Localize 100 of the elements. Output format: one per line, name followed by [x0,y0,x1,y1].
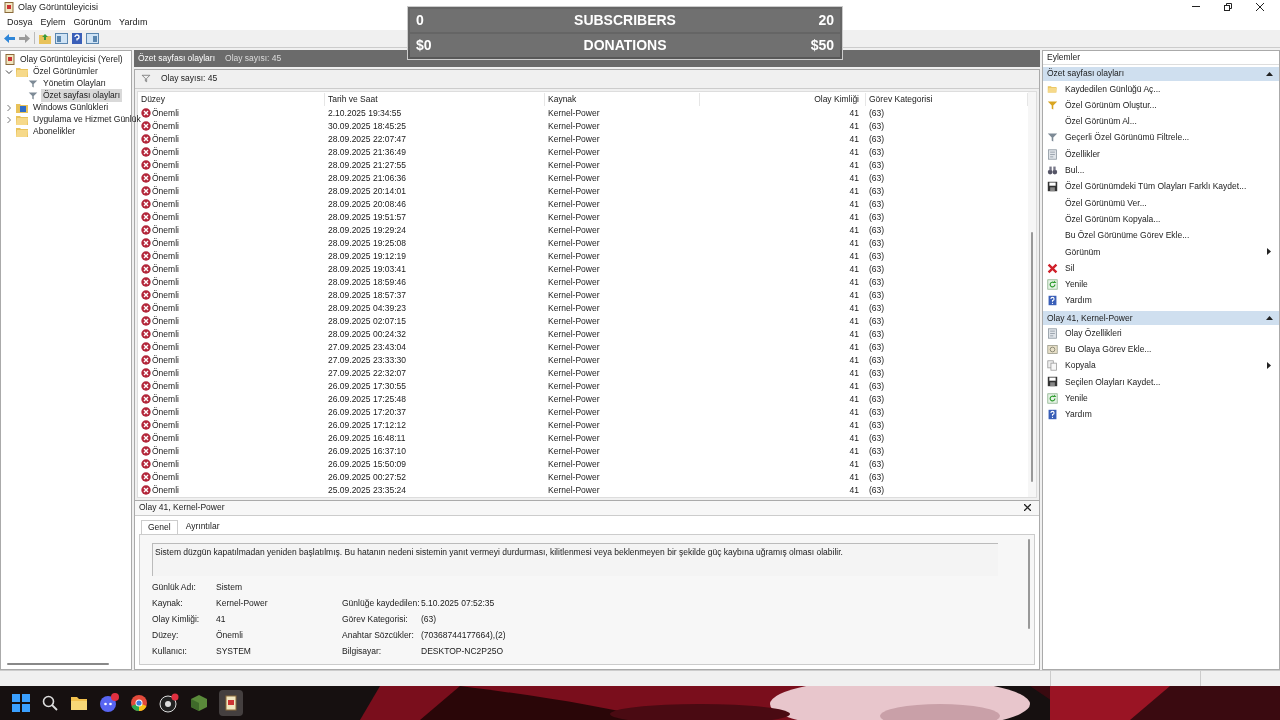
start-icon[interactable] [12,694,30,713]
event-id-cell: 41 [849,302,859,313]
menu-item[interactable]: Görünüm [69,15,116,30]
tree-item[interactable]: Özet sayfası olayları [41,89,122,103]
filter-summary: Olay sayısı: 45 [161,72,218,86]
column-header[interactable]: Tarih ve Saat [325,92,545,106]
tree-item[interactable]: Yönetim Olayları [41,77,108,91]
folder-icon[interactable] [70,694,88,713]
source-cell: Kernel-Power [548,237,600,248]
panel-icon [55,32,68,44]
show-hide-tree-button[interactable] [55,32,68,44]
help-button[interactable] [72,32,82,44]
source-cell: Kernel-Power [548,172,600,183]
source-cell: Kernel-Power [548,315,600,326]
recorder-icon[interactable] [159,693,179,714]
close-button[interactable] [1024,504,1031,512]
chat-app-icon[interactable] [99,693,119,714]
action-item[interactable]: Bu Özel Görünüme Görev Ekle... [1065,229,1190,242]
section-header[interactable]: Özet sayfası olayları [1043,66,1279,81]
level-cell: Önemli [152,289,179,301]
search-icon[interactable] [41,694,59,713]
horizontal-scrollbar[interactable] [7,663,109,666]
action-item[interactable]: Özel Görünüm Al... [1065,115,1137,128]
task-category-cell: (63) [869,276,885,287]
action-item[interactable]: Özellikler [1065,147,1100,161]
error-icon [141,329,151,340]
tab[interactable]: Ayrıntılar [179,519,226,534]
error-icon [141,368,151,379]
show-hide-actions-button[interactable] [86,32,99,44]
source-cell: Kernel-Power [548,380,600,391]
back-button[interactable] [4,33,15,43]
action-item[interactable]: Görünüm [1065,245,1101,259]
error-icon [141,186,151,197]
action-item[interactable]: Sil [1065,261,1075,275]
event-id-cell: 41 [849,263,859,274]
action-item[interactable]: Yardım [1065,408,1092,421]
field-label: Görev Kategorisi: [342,613,409,627]
vertical-scrollbar[interactable] [1031,231,1033,482]
action-item[interactable]: Yenile [1065,391,1088,405]
task-category-cell: (63) [869,107,885,118]
task-category-cell: (63) [869,263,885,274]
action-item[interactable]: Bu Olaya Görev Ekle... [1065,343,1152,356]
properties-icon [1047,327,1058,339]
tree-item[interactable]: Windows Günlükleri [31,101,111,115]
action-item[interactable]: Özel Görünümü Ver... [1065,196,1147,210]
task-category-cell: (63) [869,380,885,391]
action-item[interactable]: Özel Görünüm Kopyala... [1065,212,1161,226]
date-cell: 28.09.2025 00:24:32 [328,328,406,339]
task-category-cell: (63) [869,237,885,248]
up-folder-button[interactable] [39,32,51,44]
level-cell: Önemli [152,159,179,171]
event-id-cell: 41 [849,406,859,417]
task-category-cell: (63) [869,133,885,144]
task-icon [1047,343,1058,355]
action-item[interactable]: Seçilen Olayları Kaydet... [1065,375,1161,389]
source-cell: Kernel-Power [548,393,600,404]
tree-item[interactable]: Abonelikler [31,125,78,139]
copy-icon [1047,360,1058,372]
error-icon [141,446,151,457]
event-id-cell: 41 [849,471,859,482]
menu-item[interactable]: Yardım [115,15,152,30]
column-header[interactable]: Olay Kimliği [700,92,866,106]
close-icon [1024,504,1031,512]
action-item[interactable]: Geçerli Özel Görünümü Filtrele... [1065,131,1190,145]
section-header[interactable]: Olay 41, Kernel-Power [1043,310,1279,325]
column-header[interactable]: Kaynak [545,92,700,106]
tree-item[interactable]: Özel Görünümler [31,65,100,79]
action-item[interactable]: Özel Görünüm Oluştur... [1065,98,1157,112]
source-cell: Kernel-Power [548,133,600,144]
action-item[interactable]: Yenile [1065,278,1088,291]
error-icon [141,108,151,119]
tab[interactable]: Genel [141,519,178,534]
error-icon [141,407,151,418]
event-count: Olay sayısı: 45 [225,51,282,65]
error-icon [141,212,151,223]
level-cell: Önemli [152,185,179,197]
action-item[interactable]: Kaydedilen Günlüğü Aç... [1065,82,1161,96]
menu-item[interactable]: Eylem [36,15,70,30]
field-label: Düzey: [152,629,180,643]
funnel-icon [28,90,38,101]
action-item[interactable]: Olay Özellikleri [1065,326,1122,340]
tree-item[interactable]: Uygulama ve Hizmet Günlük [31,113,143,127]
browser-icon[interactable] [130,694,148,713]
action-item[interactable]: Özel Görünümdeki Tüm Olayları Farklı Kaydet... [1065,180,1247,194]
vertical-scrollbar[interactable] [1028,538,1030,629]
menu-item[interactable]: Dosya [3,15,37,30]
block-icon[interactable] [190,694,208,713]
source-cell: Kernel-Power [548,211,600,222]
chevron-down-icon[interactable] [5,67,13,76]
tree-item[interactable]: Olay Görüntüleyicisi (Yerel) [18,53,125,67]
source-cell: Kernel-Power [548,198,600,209]
action-item[interactable]: Bul... [1065,164,1085,177]
date-cell: 28.09.2025 22:07:47 [328,133,406,144]
level-cell: Önemli [152,107,179,119]
column-header[interactable]: Düzey [138,92,325,106]
action-item[interactable]: Kopyala [1065,359,1096,373]
task-category-cell: (63) [869,458,885,469]
action-item[interactable]: Yardım [1065,294,1092,308]
source-cell: Kernel-Power [548,185,600,196]
active-app-button[interactable] [219,690,243,717]
